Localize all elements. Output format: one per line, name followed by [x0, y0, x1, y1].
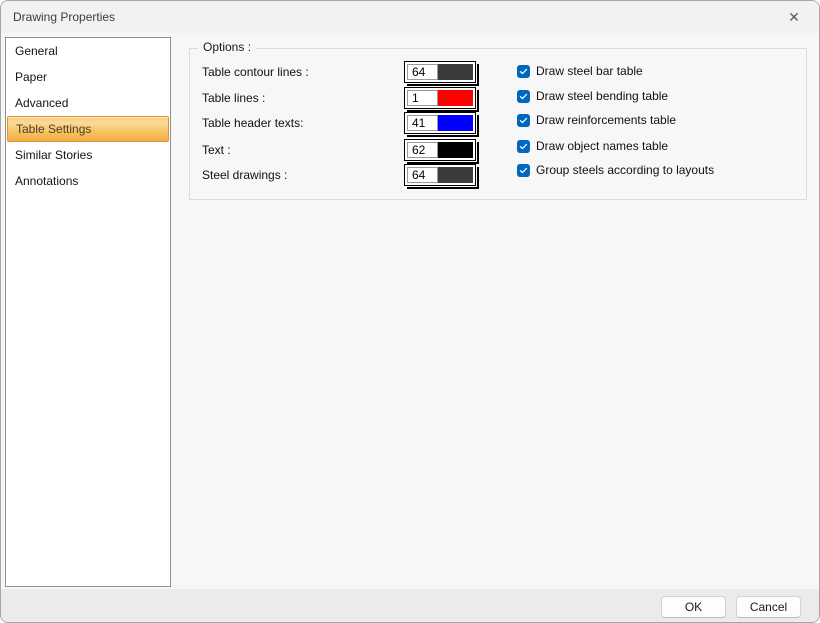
table-header-texts-value-input[interactable]: 41	[407, 115, 438, 131]
category-list: General Paper Advanced Table Settings Si…	[5, 37, 171, 587]
sidebar-item-advanced[interactable]: Advanced	[6, 90, 170, 116]
options-group: Options : Table contour lines : 64 Table…	[189, 40, 807, 200]
table-contour-lines-value-input[interactable]: 64	[407, 64, 438, 80]
checkbox-label[interactable]: Draw object names table	[536, 139, 668, 154]
option-row: Text : 62	[190, 139, 806, 161]
table-lines-label: Table lines :	[202, 91, 266, 105]
dialog-footer: OK Cancel	[1, 589, 819, 622]
table-header-texts-label: Table header texts:	[202, 116, 304, 130]
table-lines-color-swatch[interactable]	[438, 90, 473, 106]
sidebar-item-general[interactable]: General	[6, 38, 170, 64]
options-group-title: Options :	[198, 40, 257, 54]
checkbox-draw-reinforcements-table[interactable]: Draw reinforcements table	[517, 113, 676, 128]
checkbox-label[interactable]: Group steels according to layouts	[536, 163, 714, 178]
text-label: Text :	[202, 143, 231, 157]
table-lines-control[interactable]: 1	[404, 87, 476, 109]
sidebar-item-table-settings[interactable]: Table Settings	[7, 116, 169, 142]
checkbox-draw-steel-bar-table[interactable]: Draw steel bar table	[517, 64, 643, 79]
sidebar-item-similar-stories[interactable]: Similar Stories	[6, 142, 170, 168]
title-bar: Drawing Properties ✕	[1, 1, 819, 33]
window-title: Drawing Properties	[13, 10, 116, 24]
cancel-button[interactable]: Cancel	[736, 596, 801, 618]
steel-drawings-label: Steel drawings :	[202, 168, 288, 182]
text-control[interactable]: 62	[404, 139, 476, 161]
drawing-properties-dialog: Drawing Properties ✕ General Paper Advan…	[0, 0, 820, 623]
table-contour-lines-control[interactable]: 64	[404, 61, 476, 83]
text-value-input[interactable]: 62	[407, 142, 438, 158]
table-lines-value-input[interactable]: 1	[407, 90, 438, 106]
sidebar-item-annotations[interactable]: Annotations	[6, 168, 170, 194]
table-contour-lines-label: Table contour lines :	[202, 65, 309, 79]
option-row: Table contour lines : 64	[190, 61, 806, 83]
checkbox-checked-icon[interactable]	[517, 65, 530, 78]
checkbox-draw-steel-bending-table[interactable]: Draw steel bending table	[517, 89, 668, 104]
close-icon: ✕	[788, 8, 800, 25]
checkbox-checked-icon[interactable]	[517, 164, 530, 177]
text-color-swatch[interactable]	[438, 142, 473, 158]
checkbox-label[interactable]: Draw reinforcements table	[536, 113, 676, 128]
table-contour-lines-color-swatch[interactable]	[438, 64, 473, 80]
checkbox-label[interactable]: Draw steel bending table	[536, 89, 668, 104]
ok-button[interactable]: OK	[661, 596, 726, 618]
close-button[interactable]: ✕	[777, 5, 811, 29]
table-header-texts-control[interactable]: 41	[404, 112, 476, 134]
option-row: Table header texts: 41	[190, 112, 806, 134]
table-header-texts-color-swatch[interactable]	[438, 115, 473, 131]
checkbox-group-steels-according-to-layouts[interactable]: Group steels according to layouts	[517, 163, 714, 178]
steel-drawings-color-swatch[interactable]	[438, 167, 473, 183]
sidebar-item-paper[interactable]: Paper	[6, 64, 170, 90]
checkbox-checked-icon[interactable]	[517, 114, 530, 127]
checkbox-label[interactable]: Draw steel bar table	[536, 64, 643, 79]
steel-drawings-control[interactable]: 64	[404, 164, 476, 186]
steel-drawings-value-input[interactable]: 64	[407, 167, 438, 183]
checkbox-checked-icon[interactable]	[517, 90, 530, 103]
checkbox-draw-object-names-table[interactable]: Draw object names table	[517, 139, 668, 154]
checkbox-checked-icon[interactable]	[517, 140, 530, 153]
option-row: Table lines : 1	[190, 87, 806, 109]
